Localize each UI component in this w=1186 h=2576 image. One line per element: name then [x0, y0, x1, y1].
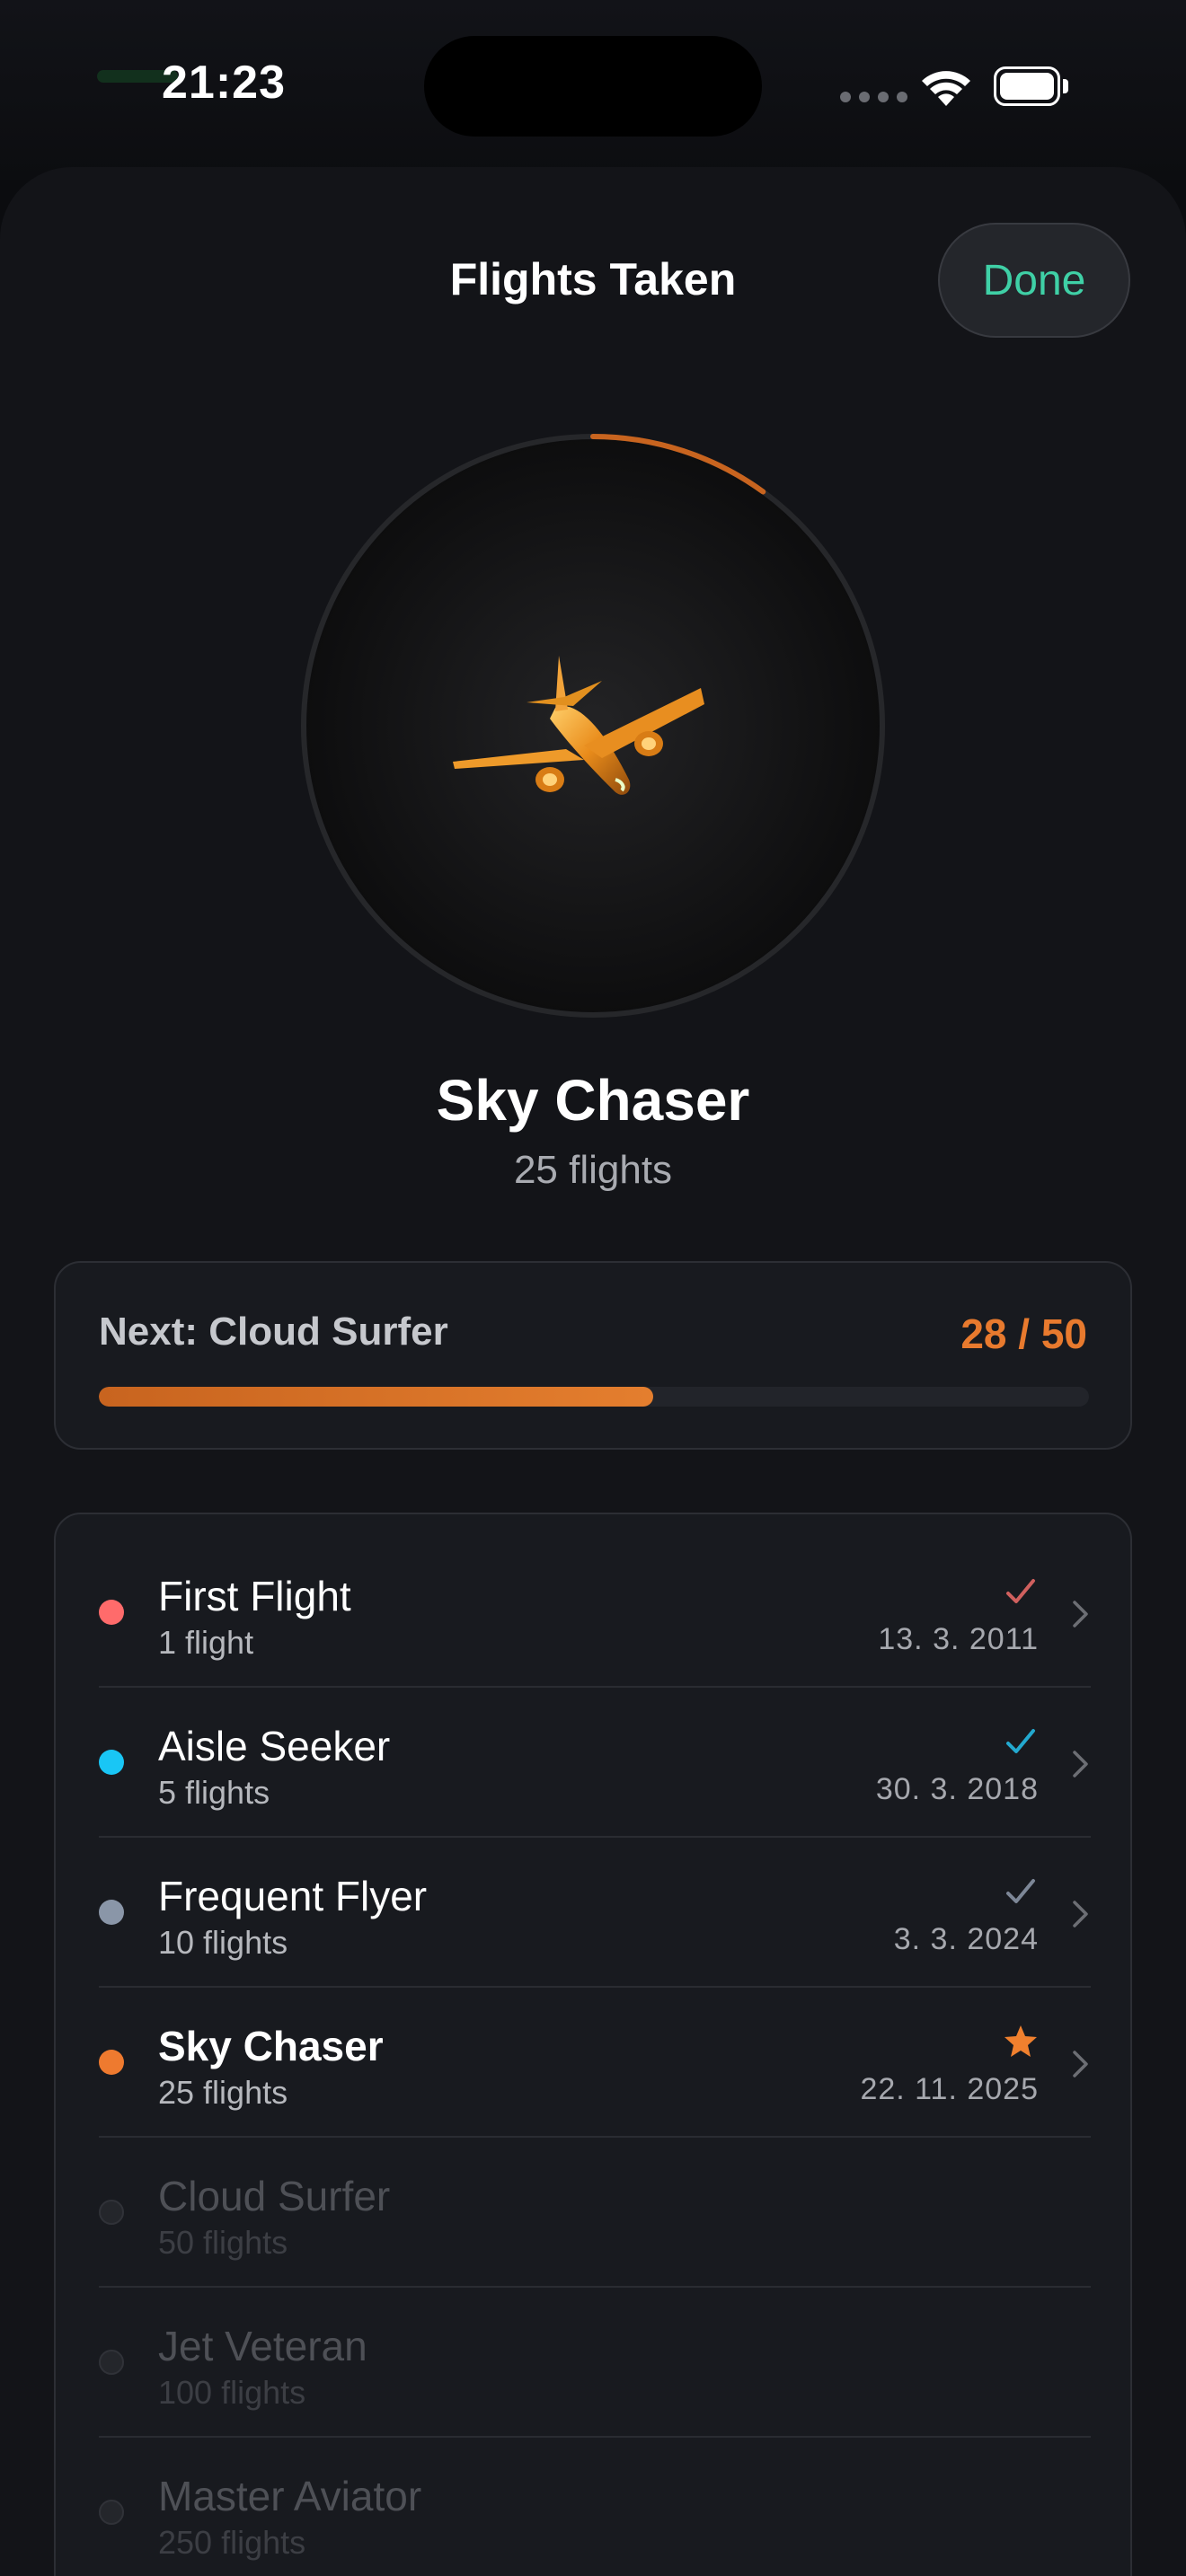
milestone-title: Master Aviator	[158, 2473, 422, 2519]
star-icon	[1005, 2025, 1037, 2057]
milestone-title: Sky Chaser	[158, 2023, 384, 2069]
milestone-dot	[99, 2050, 124, 2075]
milestone-row: Jet Veteran 100 flights	[99, 2288, 1091, 2438]
next-milestone-progress-fill	[99, 1387, 654, 1407]
next-milestone-label: Next: Cloud Surfer	[99, 1310, 448, 1354]
next-milestone-card: Next: Cloud Surfer 28 / 50	[54, 1261, 1132, 1450]
milestone-subtitle: 250 flights	[158, 2524, 306, 2561]
battery-icon	[994, 66, 1069, 106]
milestone-row[interactable]: Frequent Flyer 10 flights 3. 3. 2024	[99, 1838, 1091, 1988]
milestone-subtitle: 10 flights	[158, 1924, 288, 1961]
milestone-title: Aisle Seeker	[158, 1723, 391, 1769]
milestone-subtitle: 25 flights	[158, 2074, 288, 2111]
chevron-right-icon	[1073, 1601, 1088, 1628]
milestone-row[interactable]: First Flight 1 flight 13. 3. 2011	[99, 1538, 1091, 1688]
milestone-date: 22. 11. 2025	[860, 2072, 1039, 2106]
milestone-subtitle: 1 flight	[158, 1624, 254, 1661]
milestone-subtitle: 5 flights	[158, 1774, 270, 1811]
milestone-row[interactable]: Sky Chaser 25 flights 22. 11. 2025	[99, 1988, 1091, 2138]
milestone-dot	[99, 2500, 124, 2525]
wifi-icon	[922, 71, 970, 106]
milestone-title: Cloud Surfer	[158, 2173, 391, 2219]
status-bar: 21:23	[0, 0, 1186, 171]
checkmark-icon	[1006, 1879, 1035, 1903]
screen: 21:23 Flights Taken Done Sky Chaser 25 f…	[0, 0, 1186, 2576]
airplane-icon	[453, 656, 704, 795]
done-button[interactable]: Done	[938, 223, 1130, 338]
chevron-right-icon	[1073, 1901, 1088, 1928]
checkmark-icon	[1006, 1729, 1035, 1753]
checkmark-icon	[1006, 1579, 1035, 1603]
badge-name: Sky Chaser	[436, 1068, 750, 1133]
status-time: 21:23	[162, 57, 286, 109]
milestone-date: 3. 3. 2024	[893, 1922, 1039, 1956]
chevron-right-icon	[1073, 1751, 1088, 1778]
milestone-dot	[99, 1900, 124, 1925]
milestone-row: Master Aviator 250 flights	[99, 2438, 1091, 2576]
milestone-title: Jet Veteran	[158, 2323, 367, 2369]
milestone-dot	[99, 1600, 124, 1625]
signal-dots-icon	[840, 92, 907, 102]
milestone-dot	[99, 2200, 124, 2225]
next-milestone-progress-bar	[99, 1387, 1089, 1407]
chevron-right-icon	[1073, 2051, 1088, 2078]
badge-flight-count: 25 flights	[513, 1148, 673, 1192]
milestone-dot	[99, 1750, 124, 1775]
milestone-subtitle: 50 flights	[158, 2224, 288, 2261]
milestone-subtitle: 100 flights	[158, 2374, 306, 2411]
milestone-list: First Flight 1 flight 13. 3. 2011 Aisle See…	[54, 1513, 1132, 2576]
milestone-title: Frequent Flyer	[158, 1873, 428, 1919]
milestone-date: 13. 3. 2011	[878, 1622, 1039, 1656]
next-milestone-progress-text: 28 / 50	[960, 1310, 1087, 1357]
milestone-date: 30. 3. 2018	[875, 1772, 1039, 1806]
milestone-dot	[99, 2350, 124, 2375]
milestone-title: First Flight	[158, 1573, 351, 1619]
dynamic-island	[424, 36, 762, 137]
milestone-row[interactable]: Aisle Seeker 5 flights 30. 3. 2018	[99, 1688, 1091, 1838]
milestone-row: Cloud Surfer 50 flights	[99, 2138, 1091, 2288]
